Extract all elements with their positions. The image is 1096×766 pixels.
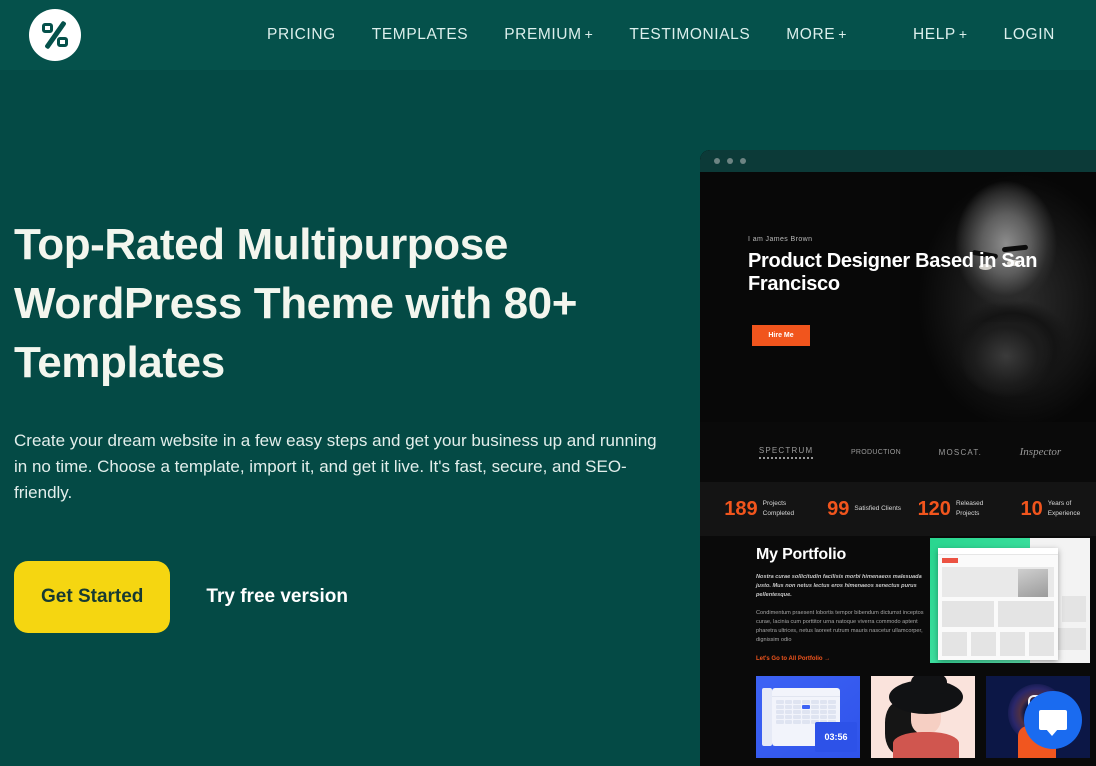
get-started-button[interactable]: Get Started [14, 561, 171, 633]
nav-label: PRICING [267, 26, 336, 43]
primary-menu: PRICING TEMPLATES PREMIUM + TESTIMONIALS … [267, 26, 847, 44]
stat-label: Years of Experience [1047, 500, 1081, 517]
nav-label: TEMPLATES [371, 26, 469, 43]
plus-icon: + [838, 26, 847, 42]
chat-widget-button[interactable] [1024, 691, 1082, 749]
grid-cell [1029, 632, 1054, 656]
portfolio-text-block: My Portfolio Nostra curae sollicitudin f… [756, 546, 928, 662]
plus-icon: + [584, 26, 594, 42]
all-portfolio-link[interactable]: Let's Go to All Portfolio → [756, 656, 928, 662]
brand-logo-inspector: Inspector [1019, 446, 1062, 458]
nav-item-templates[interactable]: TEMPLATES [372, 26, 468, 44]
stat-number: 10 [1020, 497, 1043, 520]
page-title: Top-Rated Multipurpose WordPress Theme w… [14, 220, 578, 387]
mockup-heading: Product Designer Based in San Francisco [748, 250, 1038, 295]
window-close-dot-icon [714, 158, 720, 164]
site-logo[interactable] [29, 9, 81, 61]
z-percent-logo-icon [29, 9, 81, 61]
calendar-sidebar [762, 688, 772, 746]
illustration-body [893, 732, 959, 758]
stat-number: 99 [827, 497, 850, 520]
portfolio-lead-text: Nostra curae sollicitudin facilisis morb… [756, 574, 922, 598]
nav-item-more[interactable]: MORE + [786, 26, 847, 44]
calendar-header [772, 688, 840, 697]
portrait-beard [948, 322, 1064, 422]
portfolio-body-text: Condimentum praesent lobortis tempor bib… [756, 610, 924, 643]
hero-subtitle: Create your dream website in a few easy … [14, 431, 657, 502]
brand-logo-strip: SPECTRUM PRODUCTION MOSCAT. Inspector [700, 422, 1096, 482]
mockup-hero-section: I am James Brown Product Designer Based … [700, 172, 1096, 422]
brand-logo-production: PRODUCTION [850, 448, 901, 456]
stat-released-projects: 120 Released Projects [918, 498, 1004, 521]
brand-logo-spectrum: SPECTRUM [758, 446, 814, 459]
window-maximize-dot-icon [740, 158, 746, 164]
browser-mockup-preview[interactable]: I am James Brown Product Designer Based … [700, 150, 1096, 766]
portfolio-title: My Portfolio [756, 546, 847, 563]
grid-cell [1000, 632, 1025, 656]
plus-icon: + [958, 26, 968, 42]
grid-cell [942, 632, 967, 656]
timer-widget: 03:56 [815, 722, 857, 752]
ecommerce-primary-page [938, 548, 1058, 660]
grid-cell [998, 601, 1054, 627]
stat-label: Projects Completed [762, 500, 795, 517]
nav-item-testimonials[interactable]: TESTIMONIALS [629, 26, 750, 44]
stat-satisfied-clients: 99 Satisfied Clients [827, 498, 901, 521]
stat-number: 120 [917, 497, 951, 520]
stats-strip: 189 Projects Completed 99 Satisfied Clie… [700, 482, 1096, 536]
woman-with-hat-illustration-thumbnail[interactable] [871, 676, 975, 758]
stat-label: Released Projects [955, 500, 984, 517]
illustration-hat-crown [911, 676, 947, 694]
nav-item-help[interactable]: HELP + [913, 26, 968, 44]
top-navigation-bar: PRICING TEMPLATES PREMIUM + TESTIMONIALS … [0, 0, 1096, 70]
mockup-eyebrow-text: I am James Brown [748, 236, 813, 243]
nav-item-pricing[interactable]: PRICING [267, 26, 336, 44]
calendar-timer-thumbnail[interactable]: 03:56 [756, 676, 860, 758]
stat-years-experience: 10 Years of Experience [1020, 498, 1095, 521]
nav-item-login[interactable]: LOGIN [1004, 26, 1055, 44]
portrait-photo [900, 172, 1096, 422]
hero-content: Top-Rated Multipurpose WordPress Theme w… [14, 215, 694, 633]
secondary-menu: HELP + LOGIN [913, 26, 1055, 44]
nav-item-premium[interactable]: PREMIUM + [504, 26, 593, 44]
try-free-version-link[interactable]: Try free version [206, 586, 348, 608]
grid-cell [1062, 596, 1086, 622]
all-portfolio-link-label: Let's Go to All Portfolio [756, 656, 823, 662]
nav-label: HELP [912, 26, 956, 43]
stat-label: Satisfied Clients [854, 505, 902, 512]
logo-glyph-bottom [57, 37, 68, 47]
mock-hero-photo [1018, 569, 1048, 597]
hero-cta-group: Get Started Try free version [14, 561, 694, 633]
grid-cell [942, 601, 994, 627]
stat-number: 189 [724, 497, 758, 520]
grid-cell [971, 632, 996, 656]
hire-me-button[interactable]: Hire Me [752, 325, 810, 346]
chat-bubble-icon [1039, 710, 1067, 736]
mock-cta-chip [942, 558, 958, 563]
nav-label: MORE [786, 26, 836, 43]
mock-hero-banner [942, 567, 1054, 597]
nav-label: LOGIN [1003, 26, 1055, 43]
mock-browser-bar [938, 548, 1058, 555]
stat-projects-completed: 189 Projects Completed [724, 498, 810, 521]
logo-glyph-top [42, 23, 53, 33]
window-minimize-dot-icon [727, 158, 733, 164]
browser-title-bar [700, 150, 1096, 172]
nav-label: TESTIMONIALS [629, 26, 751, 43]
ecommerce-mockup-screenshot[interactable] [930, 538, 1090, 663]
nav-label: PREMIUM [504, 26, 582, 43]
arrow-right-icon: → [824, 656, 831, 662]
brand-logo-moscat: MOSCAT. [938, 447, 982, 457]
